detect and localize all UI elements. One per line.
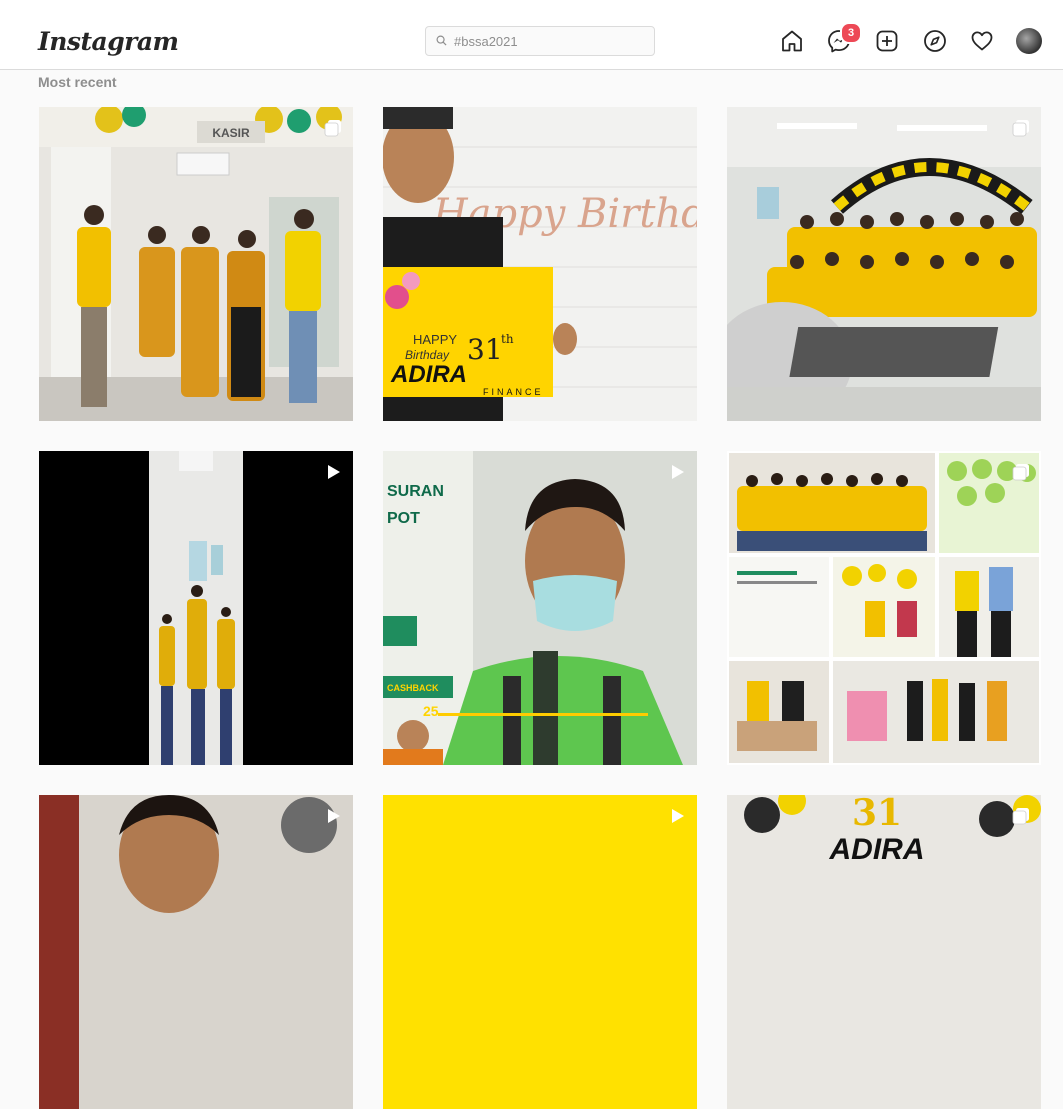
play-icon <box>328 809 340 823</box>
album-indicator <box>1011 806 1031 826</box>
post-image <box>39 451 353 765</box>
video-indicator <box>667 806 687 826</box>
home-icon <box>782 30 802 52</box>
album-icon <box>1012 808 1029 825</box>
instagram-logo[interactable]: Instagram <box>38 27 179 56</box>
post-tile[interactable] <box>727 107 1041 421</box>
video-indicator <box>323 806 343 826</box>
play-icon <box>672 809 684 823</box>
post-tile[interactable]: Happy Birthday HAPPY Birthday 31 th ADIR… <box>383 107 697 421</box>
post-image <box>39 795 353 1109</box>
play-icon <box>328 465 340 479</box>
activity-button[interactable] <box>969 28 995 54</box>
post-tile[interactable] <box>383 795 697 1109</box>
post-tile[interactable] <box>727 451 1041 765</box>
brand-sub-text: FINANCE <box>483 387 544 397</box>
post-image <box>383 795 697 1109</box>
post-tile[interactable] <box>39 795 353 1109</box>
post-image <box>727 451 1041 765</box>
album-indicator <box>1011 462 1031 482</box>
new-post-button[interactable] <box>874 28 900 54</box>
album-indicator <box>1011 118 1031 138</box>
balloon-number: 31 <box>852 795 902 834</box>
video-indicator <box>667 462 687 482</box>
card-happy-text: HAPPY <box>413 332 457 347</box>
top-navigation-bar: Instagram 3 <box>0 0 1063 70</box>
post-image: SURAN POT CASHBACK 25 <box>383 451 697 765</box>
kasir-sign: KASIR <box>212 126 250 140</box>
compass-icon <box>924 30 946 52</box>
video-indicator <box>323 462 343 482</box>
post-tile[interactable]: 31 ADIRA <box>727 795 1041 1109</box>
post-image: Happy Birthday HAPPY Birthday 31 th ADIR… <box>383 107 697 421</box>
heart-icon <box>971 31 993 51</box>
home-button[interactable] <box>779 28 805 54</box>
explore-button[interactable] <box>922 28 948 54</box>
album-icon <box>1012 120 1029 137</box>
post-tile[interactable] <box>39 451 353 765</box>
brand-balloon-text: ADIRA <box>829 833 925 866</box>
brand-logo-text: ADIRA <box>390 361 467 388</box>
post-image <box>727 107 1041 421</box>
profile-avatar[interactable] <box>1016 28 1042 54</box>
section-title: Most recent <box>38 74 117 90</box>
card-birthday-text: Birthday <box>405 348 450 362</box>
post-tile[interactable]: SURAN POT CASHBACK 25 <box>383 451 697 765</box>
card-number: 31 <box>467 333 503 366</box>
post-grid: KASIR Happy Birth HAPPY Birthday 31 th A… <box>39 107 1054 1109</box>
poster-line2: POT <box>387 510 420 527</box>
notification-badge: 3 <box>840 22 862 44</box>
messenger-button[interactable]: 3 <box>826 22 862 54</box>
album-indicator <box>323 118 343 138</box>
post-tile[interactable]: KASIR <box>39 107 353 421</box>
search-input[interactable] <box>452 32 646 50</box>
card-number-suffix: th <box>501 332 514 346</box>
search-icon <box>436 35 447 46</box>
plus-square-icon <box>876 30 898 52</box>
poster-line1: SURAN <box>387 483 444 500</box>
album-icon <box>1012 464 1029 481</box>
post-image: 31 ADIRA <box>727 795 1041 1109</box>
play-icon <box>672 465 684 479</box>
album-icon <box>324 120 341 137</box>
search-box[interactable] <box>425 26 655 56</box>
poster-amount: 25 <box>423 703 439 719</box>
post-image: KASIR <box>39 107 353 421</box>
poster-cashback: CASHBACK <box>387 683 439 693</box>
